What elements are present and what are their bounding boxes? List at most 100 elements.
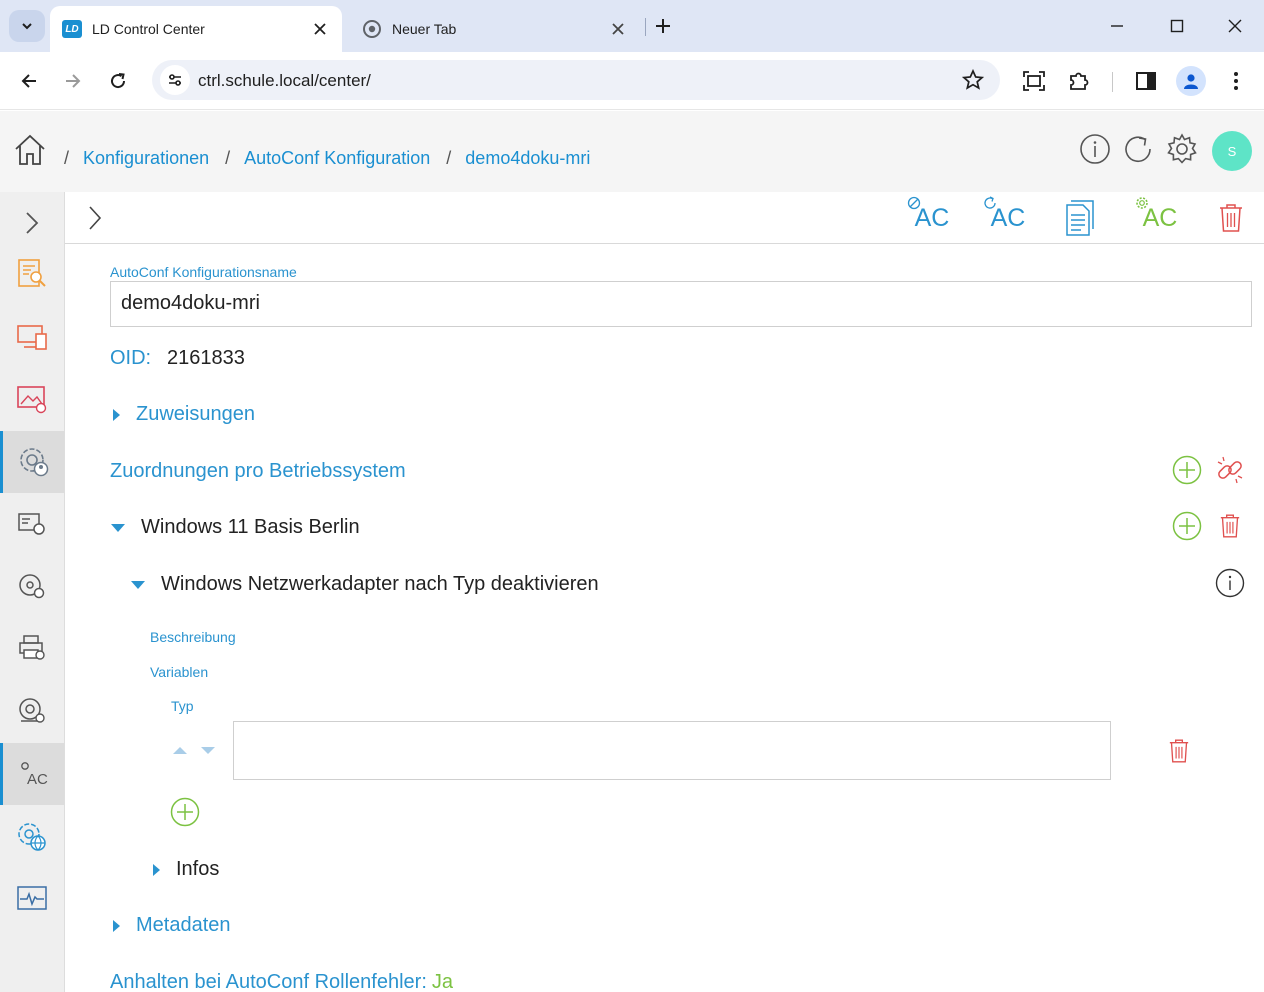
- star-icon: [961, 68, 985, 90]
- configuration-name-input[interactable]: demo4doku-mri: [110, 281, 1252, 327]
- tab-ld-control-center[interactable]: LD LD Control Center: [50, 6, 342, 52]
- zuweisungen-toggle[interactable]: Zuweisungen: [113, 403, 255, 426]
- anhalten-label: Anhalten bei AutoConf Rollenfehler:: [110, 971, 427, 992]
- nav-item-monitoring[interactable]: [0, 868, 64, 930]
- minimize-button[interactable]: [1094, 8, 1140, 44]
- reload-icon: [111, 73, 126, 89]
- zuordnungen-heading: Zuordnungen pro Betriebssystem: [110, 460, 406, 483]
- plus-circle-icon: [1172, 511, 1202, 541]
- add-variable-button[interactable]: [169, 796, 201, 828]
- tab-close-button[interactable]: [306, 15, 334, 43]
- software-icon: [18, 513, 45, 535]
- info-icon: [1080, 134, 1110, 164]
- move-down-button[interactable]: [201, 747, 215, 754]
- home-icon: [15, 134, 45, 165]
- nav-item-report[interactable]: [0, 243, 64, 305]
- caret-down-icon: [131, 580, 145, 589]
- nav-item-autoconf[interactable]: AC: [0, 743, 64, 805]
- chevron-right-icon: [26, 212, 39, 234]
- settings-button[interactable]: [1165, 132, 1199, 166]
- document-copy-icon: [1066, 200, 1094, 236]
- nav-item-printer[interactable]: [0, 617, 64, 679]
- disc-gear-icon: [19, 574, 45, 599]
- browser-toolbar: ctrl.schule.local/center/: [0, 52, 1264, 110]
- delete-configuration-button[interactable]: [1215, 198, 1247, 238]
- nav-item-disc[interactable]: [0, 555, 64, 617]
- infos-toggle[interactable]: Infos: [153, 858, 219, 881]
- tab-close-button[interactable]: [604, 15, 632, 43]
- url-text: ctrl.schule.local/center/: [198, 71, 371, 90]
- apply-autoconf-button[interactable]: AC: [1135, 196, 1185, 238]
- forward-button[interactable]: [56, 64, 90, 98]
- os-group-toggle[interactable]: Windows 11 Basis Berlin: [111, 516, 360, 539]
- nav-item-devices[interactable]: [0, 306, 64, 368]
- nav-item-drive[interactable]: [0, 680, 64, 742]
- site-info-button[interactable]: [160, 65, 190, 95]
- nav-item-software[interactable]: [0, 493, 64, 555]
- svg-text:AC: AC: [27, 771, 48, 788]
- copy-document-button[interactable]: [1060, 198, 1100, 238]
- address-bar[interactable]: ctrl.schule.local/center/: [152, 60, 1000, 100]
- move-up-button[interactable]: [173, 747, 187, 754]
- close-window-button[interactable]: [1212, 8, 1258, 44]
- globe-gear-icon: [18, 823, 46, 851]
- delete-os-group-button[interactable]: [1214, 510, 1246, 542]
- breadcrumb-current[interactable]: demo4doku-mri: [465, 148, 590, 169]
- expand-panel-button[interactable]: [83, 198, 107, 238]
- side-panel-icon: [1136, 72, 1156, 90]
- home-button[interactable]: [13, 133, 47, 172]
- add-role-button[interactable]: [1171, 510, 1203, 542]
- typ-input[interactable]: [233, 721, 1111, 780]
- close-icon: [314, 23, 326, 35]
- plus-circle-icon: [1172, 455, 1202, 485]
- breadcrumb-separator: /: [446, 148, 452, 168]
- more-vertical-icon: [1234, 72, 1238, 90]
- metadaten-toggle[interactable]: Metadaten: [113, 914, 231, 937]
- os-group-label: Windows 11 Basis Berlin: [141, 516, 360, 538]
- nav-item-configurations[interactable]: [0, 431, 64, 493]
- maximize-button[interactable]: [1154, 8, 1200, 44]
- image-gear-icon: [17, 386, 47, 414]
- close-icon: [1228, 19, 1242, 33]
- nav-item-network[interactable]: [0, 806, 64, 868]
- refresh-button[interactable]: [1121, 132, 1155, 166]
- ld-favicon-icon: LD: [62, 20, 82, 38]
- new-tab-button[interactable]: [649, 12, 677, 40]
- plus-circle-icon: [170, 797, 200, 827]
- delete-variable-button[interactable]: [1163, 735, 1195, 767]
- breadcrumb-autoconf-konfiguration[interactable]: AutoConf Konfiguration: [244, 148, 430, 169]
- trash-icon: [1220, 204, 1242, 232]
- pulse-monitor-icon: [17, 886, 47, 910]
- side-panel-button[interactable]: [1130, 65, 1162, 97]
- reset-autoconf-button[interactable]: AC: [983, 195, 1033, 238]
- browser-menu-button[interactable]: [1220, 65, 1252, 97]
- nav-item-images[interactable]: [0, 368, 64, 430]
- tab-search-button[interactable]: [9, 10, 45, 42]
- role-info-button[interactable]: [1214, 567, 1246, 599]
- anhalten-row: Anhalten bei AutoConf Rollenfehler: Ja: [110, 971, 453, 992]
- anhalten-value[interactable]: Ja: [432, 971, 453, 992]
- user-avatar[interactable]: S: [1212, 131, 1252, 171]
- browser-tabstrip: LD LD Control Center Neuer Tab: [0, 0, 1264, 52]
- disable-autoconf-button[interactable]: AC: [907, 196, 957, 238]
- refresh-icon: [983, 195, 996, 209]
- variablen-label: Variablen: [150, 664, 209, 680]
- info-button[interactable]: [1078, 132, 1112, 166]
- back-button[interactable]: [12, 64, 46, 98]
- role-toggle[interactable]: Windows Netzwerkadapter nach Typ deaktiv…: [131, 573, 599, 596]
- screenshot-button[interactable]: [1018, 65, 1050, 97]
- caret-right-icon: [113, 408, 120, 421]
- bookmark-button[interactable]: [961, 68, 985, 96]
- info-icon: [1215, 568, 1245, 598]
- extensions-button[interactable]: [1063, 65, 1095, 97]
- maximize-icon: [1170, 19, 1184, 33]
- tab-neuer-tab[interactable]: Neuer Tab: [350, 6, 640, 52]
- add-os-mapping-button[interactable]: [1171, 454, 1203, 486]
- caret-down-icon: [111, 523, 125, 532]
- reload-button[interactable]: [101, 64, 135, 98]
- link-button[interactable]: [1214, 454, 1246, 486]
- toolbar-divider: [1112, 72, 1113, 92]
- profile-button[interactable]: [1176, 66, 1206, 96]
- typ-label: Typ: [171, 698, 194, 714]
- breadcrumb-konfigurationen[interactable]: Konfigurationen: [83, 148, 209, 169]
